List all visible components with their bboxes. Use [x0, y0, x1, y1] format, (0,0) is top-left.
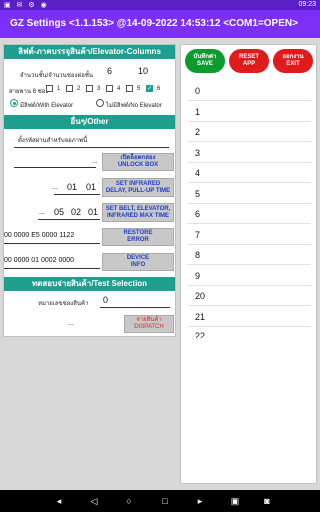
back-icon[interactable]: ◁ — [89, 496, 99, 506]
belt-time-input[interactable]: 05 — [54, 207, 64, 217]
status-bar: ▣ ✉ ⚙ ◉ 09:23 — [0, 0, 320, 10]
settings-panel: ลิฟต์-ภาคบรรจุสินค้า/Elevator-Columns จำ… — [3, 44, 176, 337]
product-slot-label: หมายเลขช่องสินค้า — [38, 301, 89, 307]
volume-down-icon[interactable]: ◂ — [54, 496, 64, 506]
columns-input[interactable]: 10 — [138, 66, 148, 76]
list-divider — [187, 326, 311, 327]
belt-checkbox-2-label: 2 — [77, 86, 81, 92]
list-divider — [187, 182, 311, 183]
list-divider — [187, 285, 311, 286]
list-divider — [187, 203, 311, 204]
unlock-box-button[interactable]: เปิดล็อคกล่อง UNLOCK BOX — [102, 153, 174, 171]
list-item[interactable]: 21 — [195, 312, 205, 322]
with-elevator-label: มีลิฟต์/With Elevator — [20, 103, 74, 109]
reset-app-button[interactable]: RESET APP — [229, 49, 269, 73]
restore-error-button[interactable]: RESTORE ERROR — [102, 228, 174, 246]
device-underline — [4, 268, 100, 269]
belt-checkbox-1-label: 1 — [57, 86, 61, 92]
infrared-underline — [54, 194, 100, 195]
no-elevator-radio[interactable] — [96, 99, 104, 107]
list-item[interactable]: 7 — [195, 230, 200, 240]
restore-underline — [4, 243, 100, 244]
belt-checkbox-5[interactable] — [126, 85, 133, 92]
password-label: ตั้งรหัสผ่านสำหรับจอภาพนี้ — [18, 138, 88, 144]
home-icon[interactable]: ○ — [124, 496, 134, 506]
list-item[interactable]: 1 — [195, 107, 200, 117]
set-infrared-button[interactable]: SET INFRARED DELAY, PULL-UP TIME — [102, 178, 174, 197]
test-section-header: ทดสอบจ่ายสินค้า/Test Selection — [4, 277, 175, 291]
dispatch-ellipsis: ... — [68, 320, 74, 327]
list-divider — [187, 162, 311, 163]
exit-button[interactable]: ออกงาน EXIT — [273, 49, 313, 73]
belt-checkbox-2[interactable] — [66, 85, 73, 92]
list-item[interactable]: 4 — [195, 168, 200, 178]
unlock-input[interactable] — [14, 167, 96, 168]
belt-checkbox-1[interactable] — [46, 85, 53, 92]
password-input[interactable] — [14, 147, 169, 148]
list-divider — [187, 100, 311, 101]
with-elevator-radio[interactable] — [10, 99, 18, 107]
save-button[interactable]: บันทึกค่า SAVE — [185, 49, 225, 73]
volume-up-icon[interactable]: ▸ — [195, 496, 205, 506]
unlock-ellipsis: ... — [92, 158, 98, 165]
infrared-max-input[interactable]: 01 — [88, 207, 98, 217]
belt-checkbox-6[interactable]: ✓ — [146, 85, 153, 92]
list-divider — [187, 305, 311, 306]
list-item[interactable]: 22 — [195, 331, 205, 338]
belt-underline — [38, 219, 100, 220]
infrared-delay-input[interactable]: 01 — [67, 182, 77, 192]
dispatch-button[interactable]: จ่ายสินค้า DISPATCH — [124, 315, 174, 333]
belt-checkbox-3[interactable] — [86, 85, 93, 92]
camera-icon[interactable]: ◙ — [262, 496, 272, 506]
list-item[interactable]: 2 — [195, 127, 200, 137]
elevator-time-input[interactable]: 02 — [71, 207, 81, 217]
recents-icon[interactable]: □ — [160, 496, 170, 506]
list-divider — [187, 121, 311, 122]
list-divider — [187, 223, 311, 224]
list-divider — [187, 264, 311, 265]
list-item[interactable]: 20 — [195, 291, 205, 301]
title-bar: GZ Settings <1.1.153> @14-09-2022 14:53:… — [0, 10, 320, 38]
belt-checkbox-4-label: 4 — [117, 86, 121, 92]
screenshot-icon[interactable]: ▣ — [230, 496, 240, 506]
infrared-ellipsis: ... — [52, 184, 58, 191]
levels-input[interactable]: 6 — [107, 66, 112, 76]
restore-error-value[interactable]: 00 0000 E5 0000 1122 — [4, 232, 74, 239]
device-info-value[interactable]: 00 0000 01 0002 0000 — [4, 257, 74, 264]
list-item[interactable]: 5 — [195, 189, 200, 199]
list-divider — [187, 244, 311, 245]
belt-checkbox-5-label: 5 — [137, 86, 141, 92]
elevator-section-header: ลิฟต์-ภาคบรรจุสินค้า/Elevator-Columns — [4, 45, 175, 59]
belt-checkbox-3-label: 3 — [97, 86, 101, 92]
belt-checkbox-6-label: 6 — [157, 86, 161, 92]
set-belt-button[interactable]: SET BELT, ELEVATOR, INFRARED MAX TIME — [102, 203, 174, 222]
navigation-bar: ◂ ◁ ○ □ ▸ ▣ ◙ — [0, 490, 320, 512]
list-item[interactable]: 0 — [195, 86, 200, 96]
list-item[interactable]: 6 — [195, 209, 200, 219]
list-item[interactable]: 3 — [195, 148, 200, 158]
infrared-pullup-input[interactable]: 01 — [86, 182, 96, 192]
levels-label: จำนวนชั้น/จำนวนช่องต่อชั้น — [20, 73, 94, 79]
app-title: GZ Settings <1.1.153> @14-09-2022 14:53:… — [10, 18, 298, 29]
list-divider — [187, 141, 311, 142]
slot-list-panel: บันทึกค่า SAVE RESET APP ออกงาน EXIT 0 1 2 … — [180, 44, 317, 484]
list-item[interactable]: 8 — [195, 250, 200, 260]
product-slot-underline — [100, 307, 170, 308]
product-slot-input[interactable]: 0 — [103, 295, 108, 305]
device-info-button[interactable]: DEVICE INFO — [102, 253, 174, 271]
clock: 09:23 — [298, 1, 316, 8]
belt-label: สายพาน 8 ช่อง — [9, 89, 49, 95]
notification-icons: ▣ ✉ ⚙ ◉ — [4, 2, 49, 9]
list-item[interactable]: 9 — [195, 271, 200, 281]
belt-checkbox-4[interactable] — [106, 85, 113, 92]
other-section-header: อื่นๆ/Other — [4, 115, 175, 129]
no-elevator-label: ไม่มีลิฟต์/No Elevator — [106, 103, 162, 109]
belt-ellipsis: ... — [39, 209, 45, 216]
